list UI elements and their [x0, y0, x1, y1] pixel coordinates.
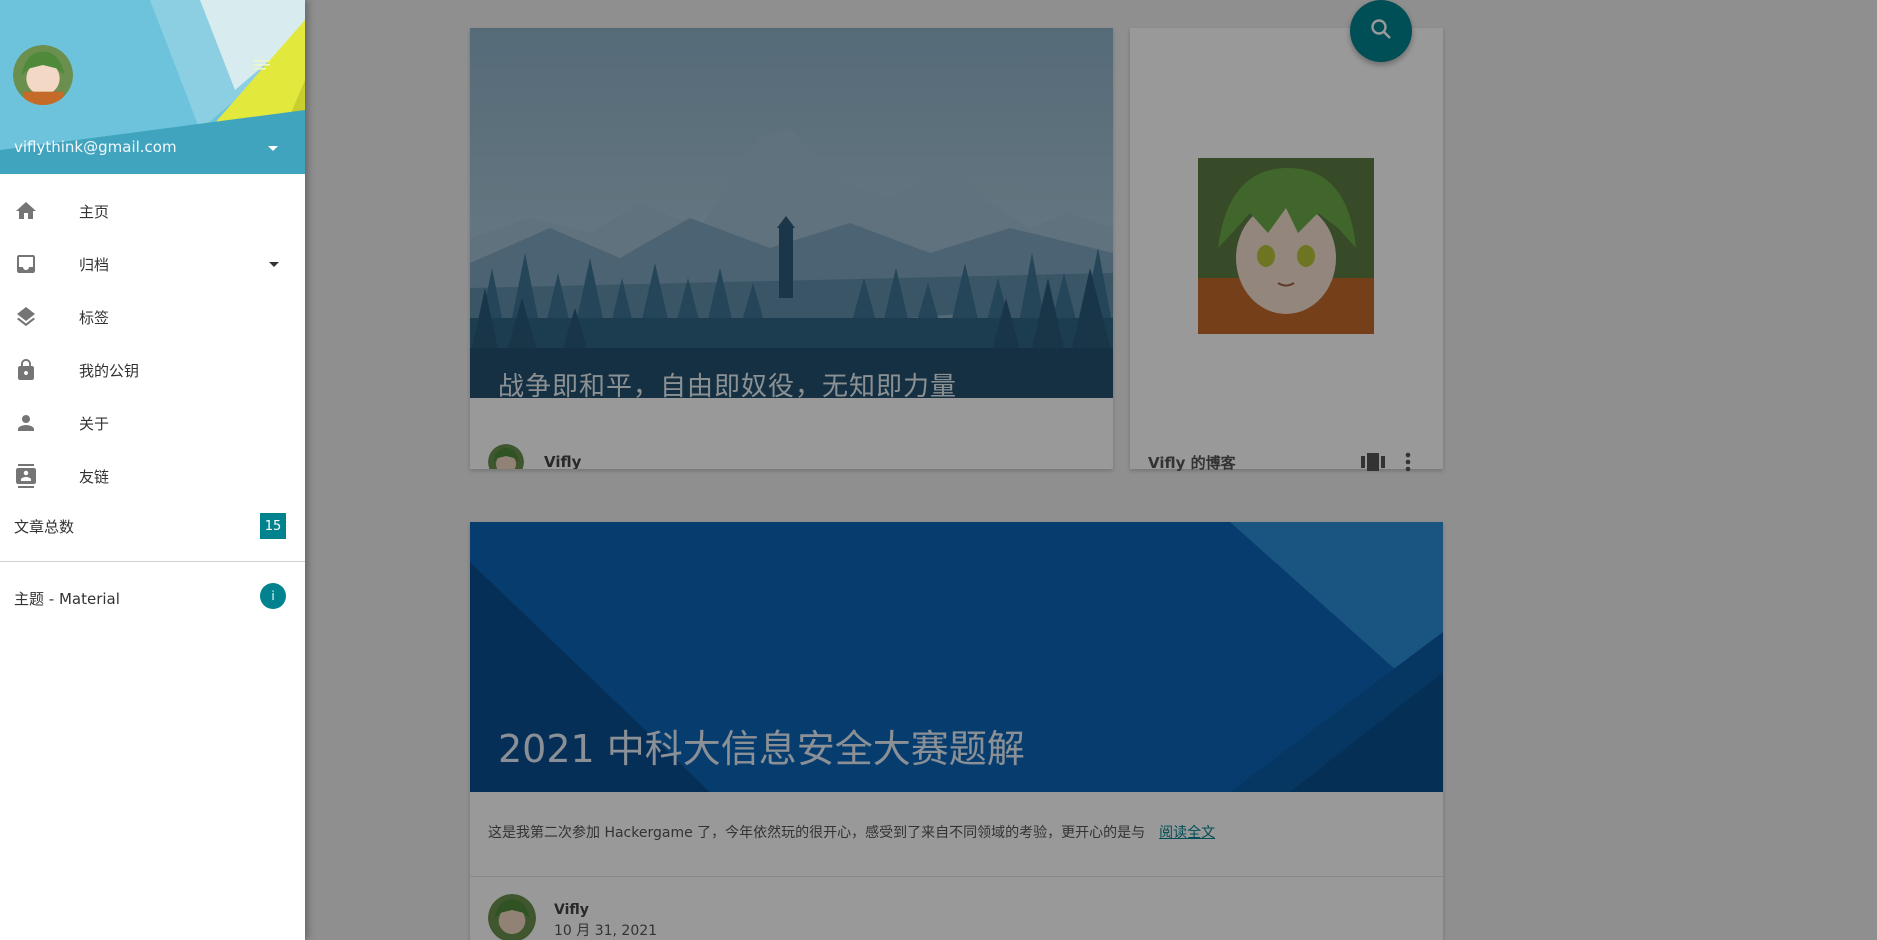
- nav-item-label: 标签: [79, 309, 110, 327]
- theme-info-icon[interactable]: i: [260, 583, 286, 609]
- contacts-icon: [14, 464, 38, 488]
- nav-item-label: 归档: [79, 256, 110, 274]
- inbox-icon: [14, 252, 38, 276]
- nav-item-public-key[interactable]: 我的公钥: [0, 343, 305, 396]
- menu-toggle-icon[interactable]: [252, 56, 274, 74]
- drawer-header: viflythink@gmail.com: [0, 0, 305, 174]
- account-dropdown-icon[interactable]: [268, 146, 278, 151]
- theme-row[interactable]: 主题 - Material i: [0, 578, 305, 616]
- nav-item-home[interactable]: 主页: [0, 184, 305, 237]
- home-icon: [14, 199, 38, 223]
- nav-item-tags[interactable]: 标签: [0, 290, 305, 343]
- nav-item-archive[interactable]: 归档: [0, 237, 305, 290]
- article-count-row: 文章总数 15: [0, 506, 305, 544]
- lock-icon: [14, 358, 38, 382]
- chevron-down-icon[interactable]: [269, 262, 279, 267]
- article-count-badge: 15: [260, 513, 286, 539]
- layers-icon: [14, 305, 38, 329]
- nav-item-about[interactable]: 关于: [0, 396, 305, 449]
- nav-item-label: 主页: [79, 203, 110, 221]
- account-email[interactable]: viflythink@gmail.com: [14, 138, 177, 156]
- article-count-label: 文章总数: [14, 518, 75, 536]
- nav-item-label: 关于: [79, 415, 110, 433]
- nav-item-label: 友链: [79, 468, 110, 486]
- drawer-nav: 主页 归档 标签 我的公钥 关于 友链: [0, 184, 305, 502]
- person-icon: [14, 411, 38, 435]
- drawer-divider: [0, 561, 305, 562]
- navigation-drawer: viflythink@gmail.com 主页 归档 标签 我的公钥 关于 友链…: [0, 0, 305, 940]
- nav-item-links[interactable]: 友链: [0, 449, 305, 502]
- theme-label: 主题 - Material: [14, 590, 120, 608]
- drawer-avatar[interactable]: [13, 45, 73, 105]
- nav-item-label: 我的公钥: [79, 362, 140, 380]
